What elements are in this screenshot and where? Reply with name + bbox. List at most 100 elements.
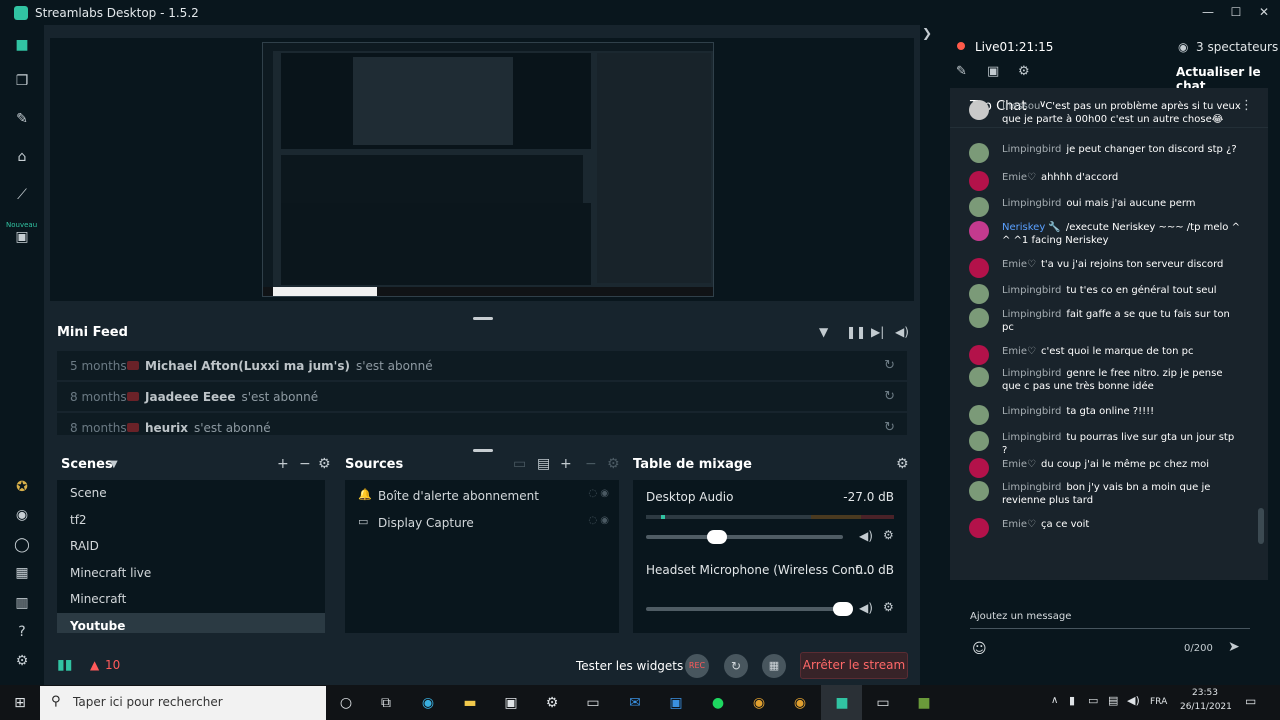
add-scene-icon[interactable]: + [277, 456, 289, 472]
chat-username[interactable]: Limpingbird [1002, 285, 1061, 296]
avatar[interactable] [969, 258, 989, 278]
add-folder-icon[interactable]: ▤ [537, 456, 550, 472]
schedule-calendar-icon[interactable]: ▦ [762, 654, 786, 678]
mail-icon[interactable]: ✉ [625, 693, 645, 713]
slider-knob[interactable] [706, 530, 727, 544]
chrome-icon[interactable]: ◉ [749, 693, 769, 713]
taskbar-search[interactable]: ⚲ Taper ici pour rechercher [40, 686, 326, 720]
gift-icon[interactable]: ▣ [12, 227, 32, 247]
mixer-settings-gear-icon[interactable]: ⚙ [896, 456, 909, 472]
avatar[interactable] [969, 171, 989, 191]
channel-gear-icon[interactable]: ⚙ [883, 528, 894, 542]
add-source-icon[interactable]: + [560, 456, 572, 472]
test-widgets-button[interactable]: Tester les widgets [576, 659, 683, 673]
repeat-alert-icon[interactable]: ↻ [884, 420, 895, 435]
emoji-icon[interactable]: ☺ [972, 641, 987, 657]
minimize-button[interactable]: — [1200, 4, 1216, 20]
channel-gear-icon[interactable]: ⚙ [883, 600, 894, 614]
send-icon[interactable]: ➤ [1228, 639, 1240, 655]
chat-username[interactable]: Emie♡ [1002, 172, 1036, 183]
source-item[interactable]: 🔔 Boîte d'alerte abonnement ◌ ◉ [345, 482, 619, 508]
cortana-icon[interactable]: ○ [336, 693, 356, 713]
filter-icon[interactable]: ▼ [819, 325, 828, 339]
source-item[interactable]: ▭ Display Capture ◌ ◉ [345, 509, 619, 535]
layout-icon[interactable]: ▦ [12, 563, 32, 583]
chat-username[interactable]: Emie♡ [1002, 259, 1036, 270]
chat-username[interactable]: Neriskey 🔧 [1002, 222, 1061, 233]
battery-icon[interactable]: ▭ [1088, 694, 1098, 707]
avatar[interactable] [969, 458, 989, 478]
chat-username[interactable]: Emie♡ [1002, 459, 1036, 470]
avatar[interactable] [969, 367, 989, 387]
network-icon[interactable]: ▤ [1108, 694, 1118, 707]
mic-icon[interactable]: ▮ [1069, 694, 1075, 707]
chevron-right-icon[interactable]: ❯ [922, 26, 932, 40]
chat-settings-gear-icon[interactable]: ⚙ [1018, 64, 1030, 79]
lock-visibility-icon[interactable]: ◌ ◉ [588, 515, 609, 526]
studio-mode-icon[interactable]: ■ [12, 35, 32, 55]
spotify-icon[interactable]: ● [708, 693, 728, 713]
replay-buffer-icon[interactable]: ↻ [724, 654, 748, 678]
file-explorer-icon[interactable]: ▬ [460, 693, 480, 713]
chat-bubble-icon[interactable]: ◯ [12, 535, 32, 555]
scene-item[interactable]: Scene [57, 480, 325, 506]
chat-username[interactable]: Limpingbird [1002, 482, 1061, 493]
scene-item[interactable]: Minecraft [57, 586, 325, 612]
chat-scrollbar[interactable] [1258, 508, 1264, 544]
scene-item[interactable]: RAID [57, 533, 325, 559]
windows-start-icon[interactable]: ⊞ [10, 693, 30, 713]
avatar[interactable] [969, 345, 989, 365]
app-icon[interactable]: ▭ [583, 693, 603, 713]
repeat-alert-icon[interactable]: ↻ [884, 358, 895, 373]
notifications-icon[interactable]: ▭ [1245, 694, 1256, 708]
store-icon[interactable]: ▣ [501, 693, 521, 713]
settings-gear-icon[interactable]: ⚙ [12, 651, 32, 671]
scene-item[interactable]: Minecraft live [57, 560, 325, 586]
chat-username[interactable]: Limpingbird [1002, 432, 1061, 443]
app-icon[interactable]: ▣ [666, 693, 686, 713]
columns-icon[interactable]: ▥ [12, 593, 32, 613]
chevron-down-icon[interactable]: ▼ [110, 459, 118, 470]
source-settings-gear-icon[interactable]: ⚙ [607, 456, 620, 472]
skip-icon[interactable]: ▶| [871, 325, 884, 339]
maximize-button[interactable]: ☐ [1228, 4, 1244, 20]
remove-source-icon[interactable]: − [585, 456, 597, 472]
pause-icon[interactable]: ❚❚ [846, 325, 866, 339]
chat-username[interactable]: Limpingbird [1002, 144, 1061, 155]
warnings-count[interactable]: 10 [105, 658, 120, 672]
volume-icon[interactable]: ◀) [1127, 694, 1140, 707]
dashboard-icon[interactable]: ⟋ [12, 185, 32, 205]
warning-icon[interactable]: ▲ [90, 658, 99, 672]
chat-input[interactable]: Ajoutez un message [970, 611, 1071, 622]
close-button[interactable]: ✕ [1256, 4, 1272, 20]
avatar[interactable] [969, 431, 989, 451]
repeat-alert-icon[interactable]: ↻ [884, 389, 895, 404]
resize-handle[interactable] [473, 317, 493, 320]
tray-chevron-icon[interactable]: ∧ [1051, 695, 1058, 706]
record-button[interactable]: REC [685, 654, 709, 678]
avatar[interactable] [969, 143, 989, 163]
avatar[interactable] [969, 284, 989, 304]
folder-icon[interactable]: ▭ [513, 456, 526, 472]
clock-time[interactable]: 23:53 [1192, 688, 1218, 698]
avatar[interactable] [969, 100, 989, 120]
speaker-icon[interactable]: ◀) [859, 601, 873, 615]
settings-gear-icon[interactable]: ⚙ [542, 693, 562, 713]
avatar[interactable] [969, 405, 989, 425]
scene-settings-gear-icon[interactable]: ⚙ [318, 456, 331, 472]
volume-slider[interactable] [646, 602, 853, 616]
language-indicator[interactable]: FRA [1150, 697, 1167, 707]
stop-stream-button[interactable]: Arrêter le stream [800, 652, 908, 679]
remove-scene-icon[interactable]: − [299, 456, 311, 472]
volume-icon[interactable]: ◀) [895, 325, 909, 339]
scene-item-selected[interactable]: Youtube [57, 613, 325, 633]
slider-knob[interactable] [833, 602, 853, 616]
themes-icon[interactable]: ✎ [12, 109, 32, 129]
lock-visibility-icon[interactable]: ◌ ◉ [588, 488, 609, 499]
streamlabs-icon[interactable]: ■ [832, 693, 852, 713]
task-view-icon[interactable]: ⧉ [376, 693, 396, 713]
chat-username[interactable]: Limpingbird [1002, 198, 1061, 209]
chat-username[interactable]: Limpingbird [1002, 368, 1061, 379]
chat-username[interactable]: Emie♡ [1002, 346, 1036, 357]
avatar[interactable] [969, 481, 989, 501]
